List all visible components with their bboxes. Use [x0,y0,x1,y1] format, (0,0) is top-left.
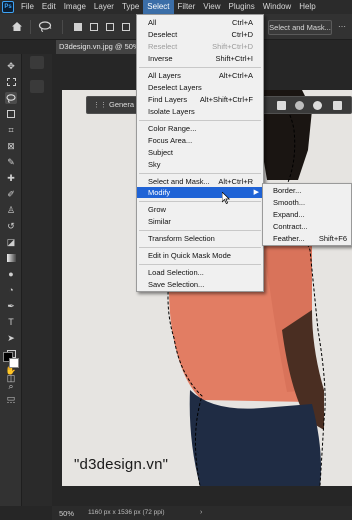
submenu-item-border[interactable]: Border... [263,185,351,197]
menu-item-sky[interactable]: Sky [137,159,263,170]
menu-item-similar[interactable]: Similar [137,216,263,227]
modify-submenu: Border... Smooth... Expand... Contract..… [262,183,352,246]
layers-panel-icon[interactable] [30,56,44,69]
lasso-tool-icon[interactable] [38,21,52,32]
menu-item-subject[interactable]: Subject [137,147,263,158]
menu-separator [139,247,261,248]
menu-item-load-selection[interactable]: Load Selection... [137,267,263,278]
menu-layer[interactable]: Layer [90,0,118,14]
add-to-selection-icon[interactable] [90,23,98,31]
submenu-item-smooth[interactable]: Smooth... [263,197,351,209]
status-bar: 50% 1160 px x 1536 px (72 ppi) › [52,506,352,520]
healing-brush-tool-icon[interactable]: ✚ [5,172,17,184]
menu-window[interactable]: Window [259,0,295,14]
eyedropper-tool-icon[interactable]: ✎ [5,156,17,168]
menu-separator [139,201,261,202]
properties-panel-icon[interactable] [30,80,44,93]
lasso-tool-icon[interactable] [5,92,17,104]
context-label[interactable]: Genera [109,100,134,109]
menu-item-focus-area[interactable]: Focus Area... [137,135,263,146]
menu-separator [139,173,261,174]
submenu-item-expand[interactable]: Expand... [263,209,351,221]
select-menu-dropdown: All Ctrl+A Deselect Ctrl+D Reselect Shift+C… [136,14,264,292]
menu-item-transform-selection[interactable]: Transform Selection [137,233,263,244]
home-icon[interactable] [12,22,22,31]
path-selection-tool-icon[interactable]: ➤ [5,332,17,344]
crop-options-icon[interactable] [333,101,342,110]
frame-tool-icon[interactable]: ⊠ [5,140,17,152]
menu-image[interactable]: Image [60,0,90,14]
menu-separator [139,67,261,68]
submenu-arrow-icon: ▶ [253,189,259,196]
menu-item-all-layers[interactable]: All Layers Alt+Ctrl+A [137,70,263,81]
menu-item-deselect[interactable]: Deselect Ctrl+D [137,29,263,40]
crop-tool-icon[interactable]: ⌗ [5,124,17,136]
clone-stamp-tool-icon[interactable]: ♙ [5,204,17,216]
menu-item-save-selection[interactable]: Save Selection... [137,279,263,290]
menu-item-deselect-layers[interactable]: Deselect Layers [137,82,263,93]
menu-bar: Ps File Edit Image Layer Type Select Fil… [0,0,352,14]
menu-separator [139,230,261,231]
menu-file[interactable]: File [17,0,38,14]
submenu-item-feather[interactable]: Feather... Shift+F6 [263,233,351,245]
menu-item-modify[interactable]: Modify ▶ [137,187,263,198]
watermark-text: "d3design.vn" [74,456,169,473]
type-tool-icon[interactable]: T [5,316,17,328]
marquee-tool-icon[interactable] [5,76,17,88]
more-options-icon[interactable]: ⋯ [338,22,346,31]
mouse-cursor-icon [222,192,230,204]
menu-item-color-range[interactable]: Color Range... [137,123,263,134]
zoom-level[interactable]: 50% [59,509,74,518]
mask-icon[interactable] [277,101,286,110]
quick-mask-icon[interactable]: ◫ [5,372,17,384]
menu-item-select-and-mask[interactable]: Select and Mask... Alt+Ctrl+R [137,176,263,187]
blur-tool-icon[interactable]: ● [5,268,17,280]
screen-mode-icon[interactable]: ▭ [5,392,17,404]
object-selection-tool-icon[interactable] [5,108,17,120]
menu-select[interactable]: Select [143,0,174,14]
menu-plugins[interactable]: Plugins [225,0,259,14]
menu-type[interactable]: Type [118,0,143,14]
menu-item-all[interactable]: All Ctrl+A [137,17,263,28]
history-brush-tool-icon[interactable]: ↺ [5,220,17,232]
menu-item-grow[interactable]: Grow [137,204,263,215]
adjustment-icon[interactable] [295,101,304,110]
background-color-swatch[interactable] [9,358,19,368]
pen-tool-icon[interactable]: ✒ [5,300,17,312]
dodge-tool-icon[interactable]: ◔ [5,284,17,296]
document-dimensions: 1160 px x 1536 px (72 ppi) [88,509,165,516]
menu-help[interactable]: Help [295,0,319,14]
status-menu-chevron-icon[interactable]: › [200,509,202,516]
select-and-mask-button[interactable]: Select and Mask... [268,20,332,35]
brush-tool-icon[interactable]: ✐ [5,188,17,200]
tools-panel: ✥ ⌗ ⊠ ✎ ✚ ✐ ♙ ↺ ◪ ● ◔ ✒ T ➤ ✋ ⌕ ⋯ ◫ ▭ [0,54,22,506]
options-divider [30,20,31,34]
menu-item-inverse[interactable]: Inverse Shift+Ctrl+I [137,53,263,64]
gradient-tool-icon[interactable] [5,252,17,264]
submenu-item-contract[interactable]: Contract... [263,221,351,233]
move-tool-icon[interactable]: ✥ [5,60,17,72]
menu-item-isolate-layers[interactable]: Isolate Layers [137,106,263,117]
new-selection-icon[interactable] [74,23,82,31]
menu-separator [139,120,261,121]
subtract-from-selection-icon[interactable] [106,23,114,31]
contrast-icon[interactable] [313,101,322,110]
menu-view[interactable]: View [199,0,224,14]
menu-filter[interactable]: Filter [174,0,200,14]
menu-separator [139,264,261,265]
menu-item-quick-mask[interactable]: Edit in Quick Mask Mode [137,250,263,261]
menu-item-reselect: Reselect Shift+Ctrl+D [148,42,253,51]
options-divider [62,20,63,34]
menu-item-find-layers[interactable]: Find Layers Alt+Shift+Ctrl+F [137,94,263,105]
intersect-selection-icon[interactable] [122,23,130,31]
collapsed-panels-strip [22,54,52,506]
drag-handle-icon[interactable]: ⋮⋮ [93,101,107,109]
eraser-tool-icon[interactable]: ◪ [5,236,17,248]
menu-edit[interactable]: Edit [38,0,60,14]
photoshop-logo-icon[interactable]: Ps [2,1,14,13]
